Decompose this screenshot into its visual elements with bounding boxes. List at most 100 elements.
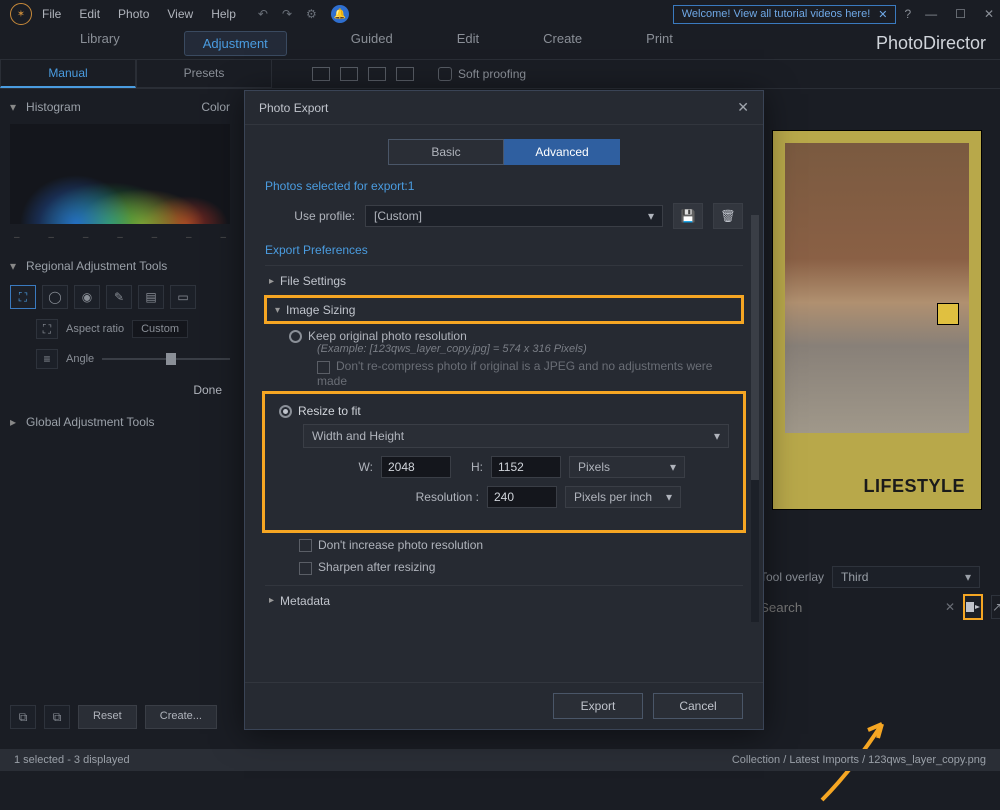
dont-recompress-checkbox: Don't re-compress photo if original is a…	[317, 359, 737, 387]
external-link-icon[interactable]: ↗	[991, 595, 1000, 619]
copy-settings-icon[interactable]: ⧉	[10, 705, 36, 729]
view-single-icon[interactable]	[312, 67, 330, 81]
export-icon[interactable]	[963, 594, 983, 620]
brush-tool-icon[interactable]: ✎	[106, 285, 132, 309]
export-preferences-header: Export Preferences	[265, 243, 743, 257]
photo-preview[interactable]: LIFESTYLE	[772, 130, 982, 510]
chevron-down-icon: ▾	[965, 570, 971, 584]
clear-search-icon[interactable]: ✕	[945, 600, 955, 614]
radial-tool-icon[interactable]: ▭	[170, 285, 196, 309]
angle-label: Angle	[66, 353, 94, 365]
menu-edit[interactable]: Edit	[79, 7, 100, 21]
dialog-close-icon[interactable]: ✕	[737, 99, 749, 116]
crop-tool-icon[interactable]: ⛶	[10, 285, 36, 309]
aspect-ratio-value[interactable]: Custom	[132, 320, 188, 338]
soft-proofing-label: Soft proofing	[458, 67, 526, 81]
minimize-icon[interactable]: —	[925, 7, 937, 21]
histogram-header[interactable]: Histogram Color	[10, 96, 230, 118]
view-compare-icon[interactable]	[340, 67, 358, 81]
photo-export-dialog: Photo Export ✕ Basic Advanced Photos sel…	[244, 90, 764, 730]
preview-image	[785, 143, 969, 433]
status-path: Collection / Latest Imports / 123qws_lay…	[732, 754, 986, 766]
sharpen-checkbox[interactable]: Sharpen after resizing	[299, 560, 743, 574]
soft-proofing-checkbox[interactable]	[438, 67, 452, 81]
subtab-manual[interactable]: Manual	[0, 60, 136, 88]
menu-bar: File Edit Photo View Help	[42, 7, 236, 21]
size-unit-select[interactable]: Pixels▾	[569, 456, 685, 478]
subtab-presets[interactable]: Presets	[136, 60, 272, 88]
delete-profile-icon[interactable]: 🗑	[713, 203, 743, 229]
chevron-down-icon: ▾	[714, 429, 720, 443]
module-create[interactable]: Create	[543, 31, 582, 56]
metadata-section[interactable]: ▸Metadata	[265, 585, 743, 616]
toolbar-icons: ↶ ↷ ⚙ 🔔	[258, 5, 349, 23]
export-mode-segment: Basic Advanced	[265, 139, 743, 165]
search-input[interactable]	[760, 600, 937, 615]
dialog-title: Photo Export	[259, 101, 328, 115]
tool-overlay-label: Tool overlay	[760, 570, 824, 584]
module-guided[interactable]: Guided	[351, 31, 393, 56]
dont-increase-checkbox[interactable]: Don't increase photo resolution	[299, 538, 743, 552]
menu-help[interactable]: Help	[211, 7, 236, 21]
segment-advanced[interactable]: Advanced	[504, 139, 620, 165]
resize-to-fit-radio[interactable]: Resize to fit	[279, 404, 729, 418]
brand-label: PhotoDirector	[876, 33, 986, 54]
export-button[interactable]: Export	[553, 693, 643, 719]
redeye-tool-icon[interactable]: ◉	[74, 285, 100, 309]
welcome-close-icon[interactable]: ✕	[878, 8, 887, 21]
resolution-input[interactable]: 240	[487, 486, 557, 508]
undo-icon[interactable]: ↶	[258, 7, 268, 21]
notification-bell-icon[interactable]: 🔔	[331, 5, 349, 23]
global-tools-header[interactable]: Global Adjustment Tools	[10, 411, 230, 433]
module-edit[interactable]: Edit	[457, 31, 479, 56]
module-adjustment[interactable]: Adjustment	[184, 31, 287, 56]
right-controls: Tool overlay Third▾ ✕ ↗	[760, 560, 980, 626]
file-settings-section[interactable]: ▸File Settings	[265, 265, 743, 296]
photos-selected-link[interactable]: Photos selected for export:1	[265, 179, 743, 193]
gear-icon[interactable]: ⚙	[306, 7, 317, 21]
profile-select[interactable]: [Custom]▾	[365, 205, 663, 227]
color-picker-label[interactable]: Color	[201, 100, 230, 114]
view-split-icon[interactable]	[396, 67, 414, 81]
gradient-tool-icon[interactable]: ▤	[138, 285, 164, 309]
histogram-display	[10, 124, 230, 224]
menu-file[interactable]: File	[42, 7, 61, 21]
done-button[interactable]: Done	[10, 383, 222, 397]
cancel-button[interactable]: Cancel	[653, 693, 743, 719]
segment-basic[interactable]: Basic	[388, 139, 504, 165]
menu-view[interactable]: View	[167, 7, 193, 21]
angle-slider[interactable]	[102, 358, 230, 360]
keep-original-radio[interactable]: Keep original photo resolution	[289, 329, 737, 343]
welcome-banner[interactable]: Welcome! View all tutorial videos here! …	[673, 5, 897, 24]
height-input[interactable]: 1152	[491, 456, 561, 478]
aspect-lock-icon[interactable]: ⛶	[36, 319, 58, 339]
save-profile-icon[interactable]: 💾	[673, 203, 703, 229]
status-selection: 1 selected - 3 displayed	[14, 754, 130, 766]
tool-overlay-select[interactable]: Third▾	[832, 566, 980, 588]
menu-photo[interactable]: Photo	[118, 7, 149, 21]
regional-tools-header[interactable]: Regional Adjustment Tools	[10, 255, 230, 277]
width-input[interactable]: 2048	[381, 456, 451, 478]
dialog-scrollbar[interactable]	[751, 215, 759, 622]
help-icon[interactable]: ?	[904, 7, 911, 21]
regional-tool-row: ⛶ ◯ ◉ ✎ ▤ ▭	[10, 285, 230, 309]
view-grid-icon[interactable]	[368, 67, 386, 81]
module-library[interactable]: Library	[80, 31, 120, 56]
create-preset-button[interactable]: Create...	[145, 705, 217, 729]
fit-mode-select[interactable]: Width and Height▾	[303, 424, 729, 448]
resolution-unit-select[interactable]: Pixels per inch▾	[565, 486, 681, 508]
chevron-down-icon: ▾	[648, 209, 654, 223]
reset-button[interactable]: Reset	[78, 705, 137, 729]
angle-tool-icon[interactable]: ≡	[36, 349, 58, 369]
paste-settings-icon[interactable]: ⧉	[44, 705, 70, 729]
module-print[interactable]: Print	[646, 31, 673, 56]
height-label: H:	[459, 460, 483, 474]
image-sizing-section[interactable]: ▾Image Sizing	[265, 296, 743, 323]
redo-icon[interactable]: ↷	[282, 7, 292, 21]
maximize-icon[interactable]: ☐	[955, 7, 966, 21]
example-text: (Example: [123qws_layer_copy.jpg] = 574 …	[317, 343, 737, 355]
close-window-icon[interactable]: ✕	[984, 7, 994, 21]
title-bar: ✶ File Edit Photo View Help ↶ ↷ ⚙ 🔔 Welc…	[0, 0, 1000, 28]
aspect-ratio-label: Aspect ratio	[66, 323, 124, 335]
spot-tool-icon[interactable]: ◯	[42, 285, 68, 309]
